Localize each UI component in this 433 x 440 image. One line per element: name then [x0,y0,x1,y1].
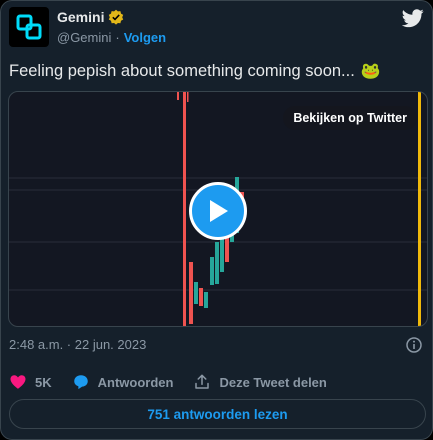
play-button[interactable] [189,182,247,240]
info-icon[interactable] [406,337,422,353]
read-replies-button[interactable]: 751 antwoorden lezen [9,399,426,429]
separator: · [115,30,120,45]
share-button[interactable]: Deze Tweet delen [193,373,327,391]
frog-emoji: 🐸 [360,63,381,80]
avatar[interactable] [9,7,49,47]
tweet-text-content: Feeling pepish about something coming so… [9,61,355,80]
handle-row: @Gemini · Volgen [57,30,166,45]
name-row: Gemini [57,9,124,25]
share-label: Deze Tweet delen [219,374,327,390]
verified-badge-icon [109,9,124,25]
tweet-actions: 5K Antwoorden Deze Tweet delen [9,371,424,393]
share-icon [195,374,210,389]
reply-button[interactable]: Antwoorden [72,373,174,391]
follow-button[interactable]: Volgen [124,30,166,45]
account-name[interactable]: Gemini [57,9,104,25]
tweet-header: Gemini @Gemini · Volgen [9,7,424,47]
view-on-twitter-button[interactable]: Bekijken op Twitter [283,106,417,130]
like-button[interactable]: 5K [9,373,52,391]
account-handle[interactable]: @Gemini [57,30,111,45]
tweet-embed-card: Gemini @Gemini · Volgen Feeling pepish a… [0,0,433,440]
tweet-text: Feeling pepish about something coming so… [9,61,381,81]
reply-icon [73,375,88,390]
gemini-logo-icon [16,14,42,40]
tweet-media-video[interactable]: Bekijken op Twitter [8,91,428,327]
play-icon [210,200,228,222]
reply-label: Antwoorden [97,374,174,390]
like-count: 5K [35,374,52,390]
twitter-bird-icon[interactable] [402,7,424,29]
heart-icon [10,375,26,389]
tweet-timestamp[interactable]: 2:48 a.m. · 22 jun. 2023 [9,337,146,352]
